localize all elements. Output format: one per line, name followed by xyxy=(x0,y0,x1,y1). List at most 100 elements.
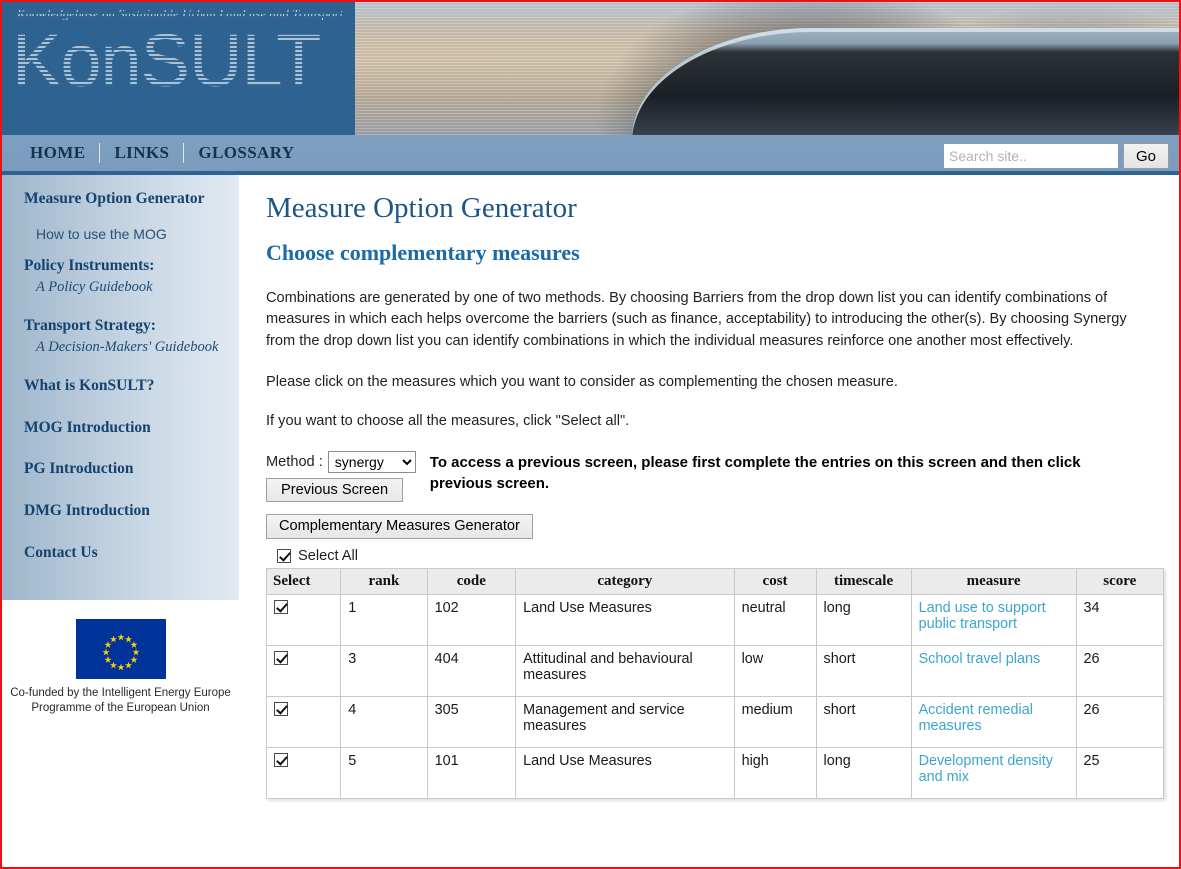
previous-screen-note: To access a previous screen, please firs… xyxy=(429,453,1081,492)
measure-link[interactable]: Land use to support public transport xyxy=(919,600,1046,632)
select-all-hint-paragraph: If you want to choose all the measures, … xyxy=(266,413,630,430)
table-row: 3 404 Attitudinal and behavioural measur… xyxy=(265,644,1165,697)
row-category: Land Use Measures xyxy=(515,593,735,646)
row-category: Land Use Measures xyxy=(515,746,735,799)
column-header-select: Select xyxy=(265,567,342,595)
row-measure-cell: Accident remedial measures xyxy=(910,695,1077,748)
column-header-category: category xyxy=(515,567,735,595)
page-body: Measure Option Generator How to use the … xyxy=(2,175,1179,867)
eu-stars-svg xyxy=(75,619,166,679)
row-cost: medium xyxy=(733,695,817,748)
method-select[interactable]: synergy barriers xyxy=(327,450,416,473)
row-category: Attitudinal and behavioural measures xyxy=(515,644,735,697)
row-score: 25 xyxy=(1075,746,1165,799)
sidebar-item-contact-us[interactable]: Contact Us xyxy=(24,544,229,563)
method-field: Method : synergy barriers xyxy=(266,450,416,473)
row-rank: 5 xyxy=(340,746,428,799)
method-controls: Method : synergy barriers Previous Scree… xyxy=(266,450,416,502)
measure-link[interactable]: Development density and mix xyxy=(919,753,1053,785)
search-go-button[interactable]: Go xyxy=(1123,143,1169,169)
select-all-label: Select All xyxy=(298,547,359,564)
column-header-measure: measure xyxy=(910,567,1077,595)
site-banner: Knowledgebase on Sustainable Urban Land … xyxy=(2,2,1179,135)
nav-link-links[interactable]: LINKS xyxy=(100,143,183,163)
row-code: 305 xyxy=(426,695,517,748)
nav-link-home[interactable]: HOME xyxy=(16,143,99,163)
row-checkbox[interactable] xyxy=(274,701,288,716)
nav-separator xyxy=(183,143,185,163)
eu-caption-line-1: Co-funded by the Intelligent Energy Euro… xyxy=(10,687,231,699)
row-select-cell xyxy=(265,593,342,646)
row-code: 102 xyxy=(426,593,517,646)
search-input[interactable] xyxy=(944,144,1118,168)
sidebar-item-measure-option-generator[interactable]: Measure Option Generator xyxy=(24,190,229,209)
row-code: 404 xyxy=(426,644,517,697)
row-score: 26 xyxy=(1075,644,1165,697)
row-timescale: short xyxy=(815,695,912,748)
table-row: 1 102 Land Use Measures neutral long Lan… xyxy=(265,593,1165,646)
row-timescale: long xyxy=(815,593,912,646)
measure-link[interactable]: Accident remedial measures xyxy=(919,702,1033,734)
method-row: Method : synergy barriers Previous Scree… xyxy=(266,450,1161,502)
method-label: Method : xyxy=(266,453,323,470)
logo-wordmark: KonSULT xyxy=(12,19,321,102)
nav-link-glossary[interactable]: GLOSSARY xyxy=(184,143,308,163)
sidebar-navigation: Measure Option Generator How to use the … xyxy=(2,175,239,563)
measure-link[interactable]: School travel plans xyxy=(919,651,1041,667)
table-row: 4 305 Management and service measures me… xyxy=(265,695,1165,748)
row-score: 34 xyxy=(1075,593,1165,646)
site-logo[interactable]: Knowledgebase on Sustainable Urban Land … xyxy=(2,2,355,135)
complementary-measures-generator-button[interactable]: Complementary Measures Generator xyxy=(266,513,533,539)
page-title: Measure Option Generator xyxy=(266,192,577,224)
eu-funding-block: Co-funded by the Intelligent Energy Euro… xyxy=(2,605,239,716)
sidebar-item-mog-introduction[interactable]: MOG Introduction xyxy=(24,419,229,438)
row-measure-cell: Development density and mix xyxy=(910,746,1077,799)
row-category: Management and service measures xyxy=(515,695,735,748)
row-rank: 1 xyxy=(340,593,428,646)
row-checkbox[interactable] xyxy=(274,752,288,767)
sidebar-item-how-to-use-mog[interactable]: How to use the MOG xyxy=(24,226,229,244)
sidebar-item-pg-introduction[interactable]: PG Introduction xyxy=(24,460,229,479)
site-search: Go xyxy=(944,143,1169,169)
main-navigation-bar: HOME LINKS GLOSSARY Go xyxy=(2,135,1179,175)
row-rank: 3 xyxy=(340,644,428,697)
row-checkbox[interactable] xyxy=(274,599,288,614)
eu-flag-icon xyxy=(75,619,166,679)
intro-paragraph: Combinations are generated by one of two… xyxy=(266,290,1127,349)
row-select-cell xyxy=(265,746,342,799)
sidebar-item-transport-strategy[interactable]: Transport Strategy: xyxy=(24,317,229,336)
table-body: 1 102 Land Use Measures neutral long Lan… xyxy=(265,593,1165,799)
row-measure-cell: Land use to support public transport xyxy=(910,593,1077,646)
sidebar-item-dmg-introduction[interactable]: DMG Introduction xyxy=(24,502,229,521)
page-subtitle: Choose complementary measures xyxy=(266,239,580,265)
sidebar: Measure Option Generator How to use the … xyxy=(2,175,239,867)
column-header-cost: cost xyxy=(733,567,817,595)
row-select-cell xyxy=(265,695,342,748)
row-cost: neutral xyxy=(733,593,817,646)
row-timescale: long xyxy=(815,746,912,799)
row-timescale: short xyxy=(815,644,912,697)
browser-page: Knowledgebase on Sustainable Urban Land … xyxy=(0,0,1181,869)
main-content: Measure Option Generator Choose compleme… xyxy=(239,175,1179,867)
nav-separator xyxy=(99,143,101,163)
select-all-checkbox[interactable] xyxy=(277,548,291,563)
column-header-score: score xyxy=(1075,567,1165,595)
column-header-code: code xyxy=(426,567,517,595)
row-score: 26 xyxy=(1075,695,1165,748)
eu-funding-caption: Co-funded by the Intelligent Energy Euro… xyxy=(2,686,239,716)
select-all-row: Select All xyxy=(277,548,1161,564)
sidebar-item-policy-instruments[interactable]: Policy Instruments: xyxy=(24,257,229,276)
row-code: 101 xyxy=(426,746,517,799)
previous-screen-button[interactable]: Previous Screen xyxy=(266,477,404,502)
measures-table: Select rank code category cost timescale… xyxy=(265,567,1165,799)
eu-caption-line-2: Programme of the European Union xyxy=(31,702,210,715)
row-measure-cell: School travel plans xyxy=(910,644,1077,697)
row-checkbox[interactable] xyxy=(274,650,288,665)
sidebar-item-a-decision-makers-guidebook[interactable]: A Decision-Makers' Guidebook xyxy=(24,339,229,357)
sidebar-item-a-policy-guidebook[interactable]: A Policy Guidebook xyxy=(24,279,229,297)
row-select-cell xyxy=(265,644,342,697)
sidebar-item-what-is-konsult[interactable]: What is KonSULT? xyxy=(24,377,229,396)
row-cost: low xyxy=(733,644,817,697)
table-header-row: Select rank code category cost timescale… xyxy=(265,567,1165,595)
row-rank: 4 xyxy=(340,695,428,748)
